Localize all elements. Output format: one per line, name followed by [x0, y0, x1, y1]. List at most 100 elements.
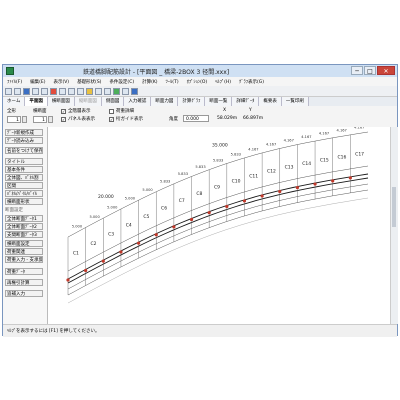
- new-icon[interactable]: [5, 87, 12, 95]
- coord-x-value: 58.029m: [217, 116, 238, 121]
- tab-force[interactable]: 断面力図: [151, 97, 179, 106]
- checkbox-girder-guide[interactable]: ✓: [109, 117, 114, 122]
- scrollbar-thumb[interactable]: [392, 187, 396, 227]
- print-icon[interactable]: [32, 87, 39, 95]
- status-bar: ﾍﾙﾌﾟを表示するには [F1] を押してください。: [3, 324, 397, 337]
- load-data-button[interactable]: ﾃﾞｰﾀ読み込み: [5, 137, 43, 144]
- checkbox-load-detail-label: 荷重詳細: [116, 109, 134, 114]
- menu-calc[interactable]: 計算(K): [138, 79, 161, 85]
- support-marker: [101, 259, 105, 263]
- plan-drawing-canvas[interactable]: C1 5.000 C2 5.000 C3 5.000 C4 5.000 C5 5.000 C6 5.8…: [48, 117, 390, 324]
- tab-input-check[interactable]: 入力確認: [124, 97, 152, 106]
- sidebar-item-basic-conditions[interactable]: 基本条件: [5, 166, 43, 173]
- tab-graph[interactable]: 計算ｸﾞﾗﾌ: [178, 97, 206, 106]
- toolbar: [3, 86, 397, 97]
- scale-spin-button[interactable]: [22, 116, 27, 123]
- close-button[interactable]: ✕: [377, 66, 395, 75]
- save-icon[interactable]: [23, 87, 30, 95]
- help-icon[interactable]: [131, 87, 138, 95]
- zoom-out-icon[interactable]: [104, 87, 111, 95]
- panel-dimension-label: 4.167: [284, 138, 294, 142]
- checkbox-load-detail[interactable]: [109, 109, 114, 114]
- sidebar-item-additional[interactable]: 追補入力: [5, 290, 43, 297]
- support-marker: [331, 179, 335, 183]
- sidebar-item-cross-setting[interactable]: 横断面設定: [5, 240, 43, 247]
- tab-section-list[interactable]: 断面一覧: [205, 97, 233, 106]
- maximize-button[interactable]: □: [364, 66, 376, 75]
- menu-shape[interactable]: 基礎形状(S): [73, 79, 105, 85]
- angle-input[interactable]: 0.000: [183, 115, 209, 122]
- minimize-button[interactable]: ─: [351, 66, 363, 75]
- coord-y-label: Y: [249, 108, 252, 113]
- support-marker: [260, 194, 264, 198]
- checkbox-panel-table[interactable]: ✓: [61, 117, 66, 122]
- tab-summary[interactable]: 概要表: [259, 97, 282, 106]
- tab-side[interactable]: 側面図: [101, 97, 125, 106]
- panel-label: C5: [143, 214, 149, 220]
- sidebar-item-section-data-1[interactable]: 全体断面ﾃﾞｰﾀ1: [5, 215, 43, 222]
- copy-icon[interactable]: [68, 87, 75, 95]
- calc-icon[interactable]: [86, 87, 93, 95]
- sidebar-item-section-data-3[interactable]: 支間断面ﾃﾞｰﾀ3: [5, 231, 43, 238]
- zoom-in-icon[interactable]: [95, 87, 102, 95]
- tab-cross-section[interactable]: 横断面図: [47, 97, 75, 106]
- tab-plan[interactable]: 平面図: [25, 97, 48, 106]
- sidebar-item-load[interactable]: 荷重関連: [5, 248, 43, 255]
- panel-dimension-label: 4.167: [301, 135, 311, 139]
- checkbox-all-layers[interactable]: ✓: [61, 109, 66, 114]
- sidebar-item-recalc[interactable]: 再権引計算: [5, 279, 43, 286]
- panel-label: C1: [73, 250, 79, 256]
- sidebar-item-overall[interactable]: 全体図、ﾊﾟﾈﾙ割: [5, 174, 43, 181]
- panel-label: C11: [249, 173, 258, 179]
- panel-label: C3: [108, 232, 114, 238]
- support-marker: [136, 241, 141, 245]
- menu-options[interactable]: ｵﾌﾟｼｮﾝ(O): [183, 79, 212, 85]
- span-spin-button[interactable]: [48, 116, 53, 123]
- sidebar-item-cross-shape[interactable]: 横断面形状: [5, 198, 43, 205]
- cut-icon[interactable]: [59, 87, 66, 95]
- sidebar-item-title[interactable]: タイトル: [5, 158, 43, 165]
- preview-icon[interactable]: [41, 87, 48, 95]
- paste-icon[interactable]: [77, 87, 84, 95]
- sidebar-item-section[interactable]: 区間: [5, 182, 43, 189]
- panel-dimension-label: 5.000: [142, 188, 153, 192]
- support-marker: [278, 189, 282, 194]
- panel-dimension-label: 4.167: [319, 131, 329, 135]
- checkbox-girder-guide-label: 桁ガイド表示: [116, 117, 143, 122]
- menu-tools[interactable]: ﾂｰﾙ(T): [162, 79, 183, 85]
- panel-label: C13: [285, 164, 294, 170]
- title-bar: 鉄道橋脚配筋設計 - [平面図 _ 橋梁-2BOX 3 径間.xxx] ─ □ …: [3, 65, 397, 77]
- vertical-scrollbar[interactable]: [390, 127, 398, 324]
- sidebar-item-panel[interactable]: ﾊﾟﾈﾙ/ﾊﾟｲﾙ/ﾊﾟｲﾙ: [5, 190, 43, 197]
- sidebar-item-section-data-2[interactable]: 全体断面ﾃﾞｰﾀ2: [5, 223, 43, 230]
- menu-view[interactable]: 表示(V): [49, 79, 73, 85]
- menu-help[interactable]: ﾍﾙﾌﾟ(H): [211, 79, 235, 85]
- sidebar-item-load-input[interactable]: 荷重入力 - 支承反力: [5, 256, 43, 263]
- menu-conditions[interactable]: 条件設定(C): [105, 79, 138, 85]
- support-marker: [348, 176, 352, 180]
- open-icon[interactable]: [14, 87, 21, 95]
- support-marker: [189, 217, 194, 222]
- stop-icon[interactable]: [50, 87, 57, 95]
- grid-icon[interactable]: [122, 87, 129, 95]
- save-as-button[interactable]: 名前をつけて保存: [5, 147, 43, 154]
- menu-graph[interactable]: ｸﾞﾗﾌ表示(G): [235, 79, 268, 85]
- sidebar-item-load-data[interactable]: 荷重ﾃﾞｰﾀ: [5, 268, 43, 275]
- span-input[interactable]: 1: [33, 116, 47, 123]
- new-data-button[interactable]: ﾃﾞｰﾀ新規作成: [5, 129, 43, 136]
- menu-file[interactable]: ﾌｧｲﾙ(F): [3, 79, 26, 85]
- panel-label: C17: [355, 151, 364, 157]
- tab-longitudinal[interactable]: 縦断面図: [74, 97, 102, 106]
- scale-input[interactable]: 1: [7, 116, 21, 123]
- support-marker: [84, 268, 88, 273]
- tab-detail[interactable]: 詳細ﾃﾞｰﾀ: [232, 97, 260, 106]
- run-icon[interactable]: [113, 87, 120, 95]
- panel-dimension-label: 5.833: [178, 172, 188, 176]
- tab-home[interactable]: ホーム: [3, 97, 26, 106]
- panel-label: C15: [320, 157, 329, 163]
- menu-edit[interactable]: 編集(E): [26, 79, 49, 85]
- window-controls: ─ □ ✕: [351, 66, 395, 75]
- sidebar-heading-section: 断面設定: [5, 208, 23, 213]
- tab-print[interactable]: 一覧印刷: [281, 97, 309, 106]
- support-marker: [154, 233, 158, 237]
